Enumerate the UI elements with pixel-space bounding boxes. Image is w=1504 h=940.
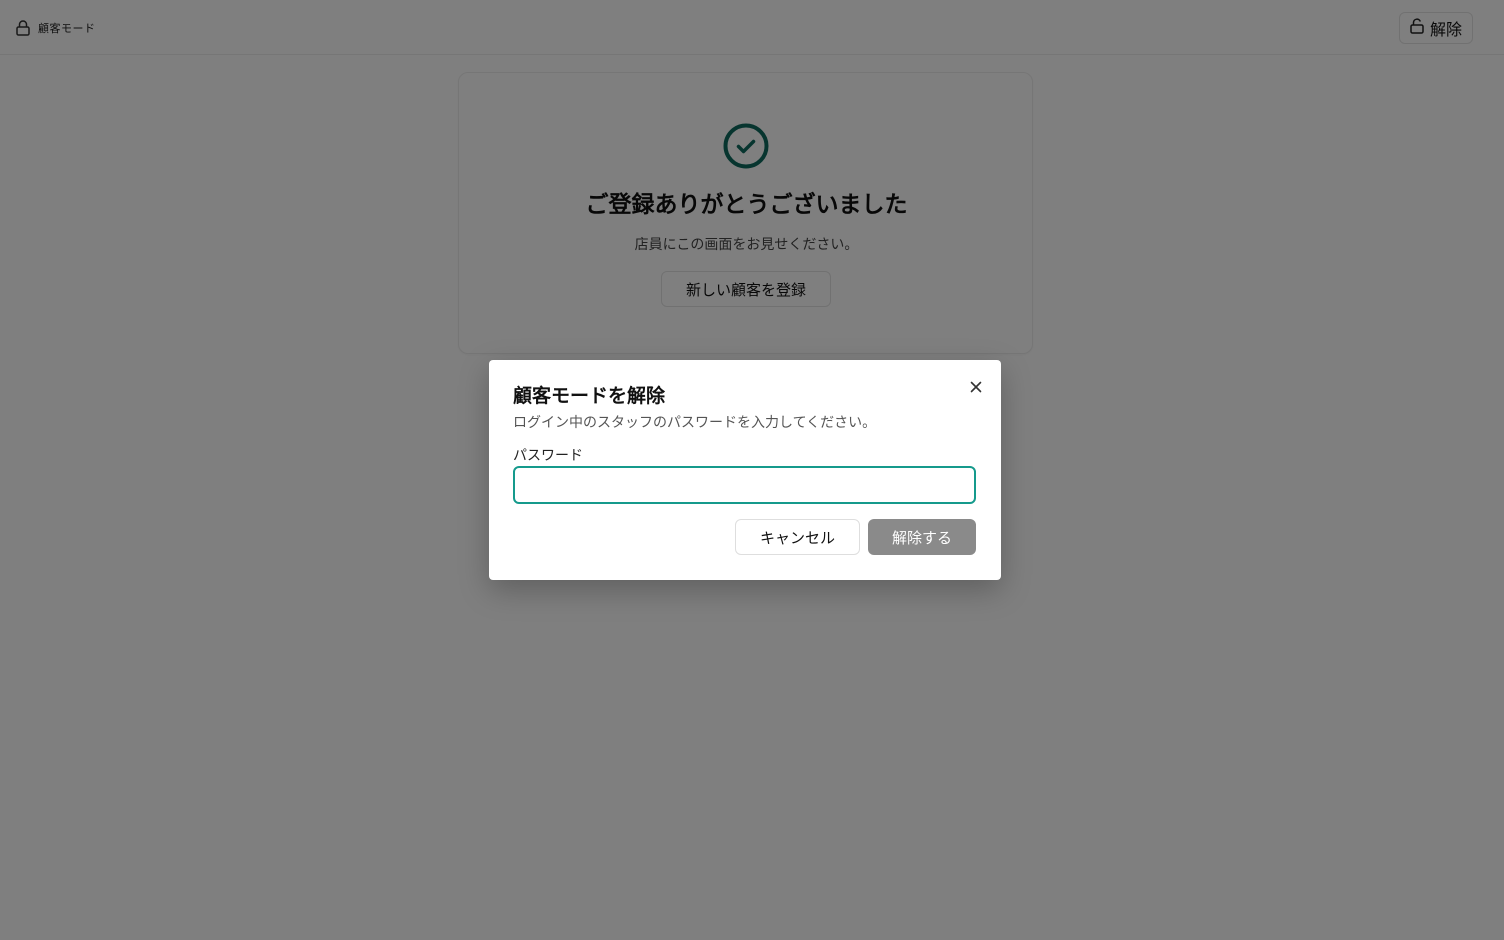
close-icon[interactable]	[965, 376, 987, 398]
password-field[interactable]	[513, 466, 976, 504]
dialog-description: ログイン中のスタッフのパスワードを入力してください。	[513, 415, 877, 431]
confirm-unlock-button[interactable]: 解除する	[868, 519, 976, 555]
password-label: パスワード	[513, 448, 583, 464]
app-root: 顧客モード 解除 ご登録ありがとうございました 店員にこの画面をお見せください。…	[0, 0, 1504, 940]
dialog-title: 顧客モードを解除	[513, 385, 666, 407]
unlock-dialog: 顧客モードを解除 ログイン中のスタッフのパスワードを入力してください。 パスワー…	[489, 360, 1001, 580]
cancel-button[interactable]: キャンセル	[735, 519, 860, 555]
